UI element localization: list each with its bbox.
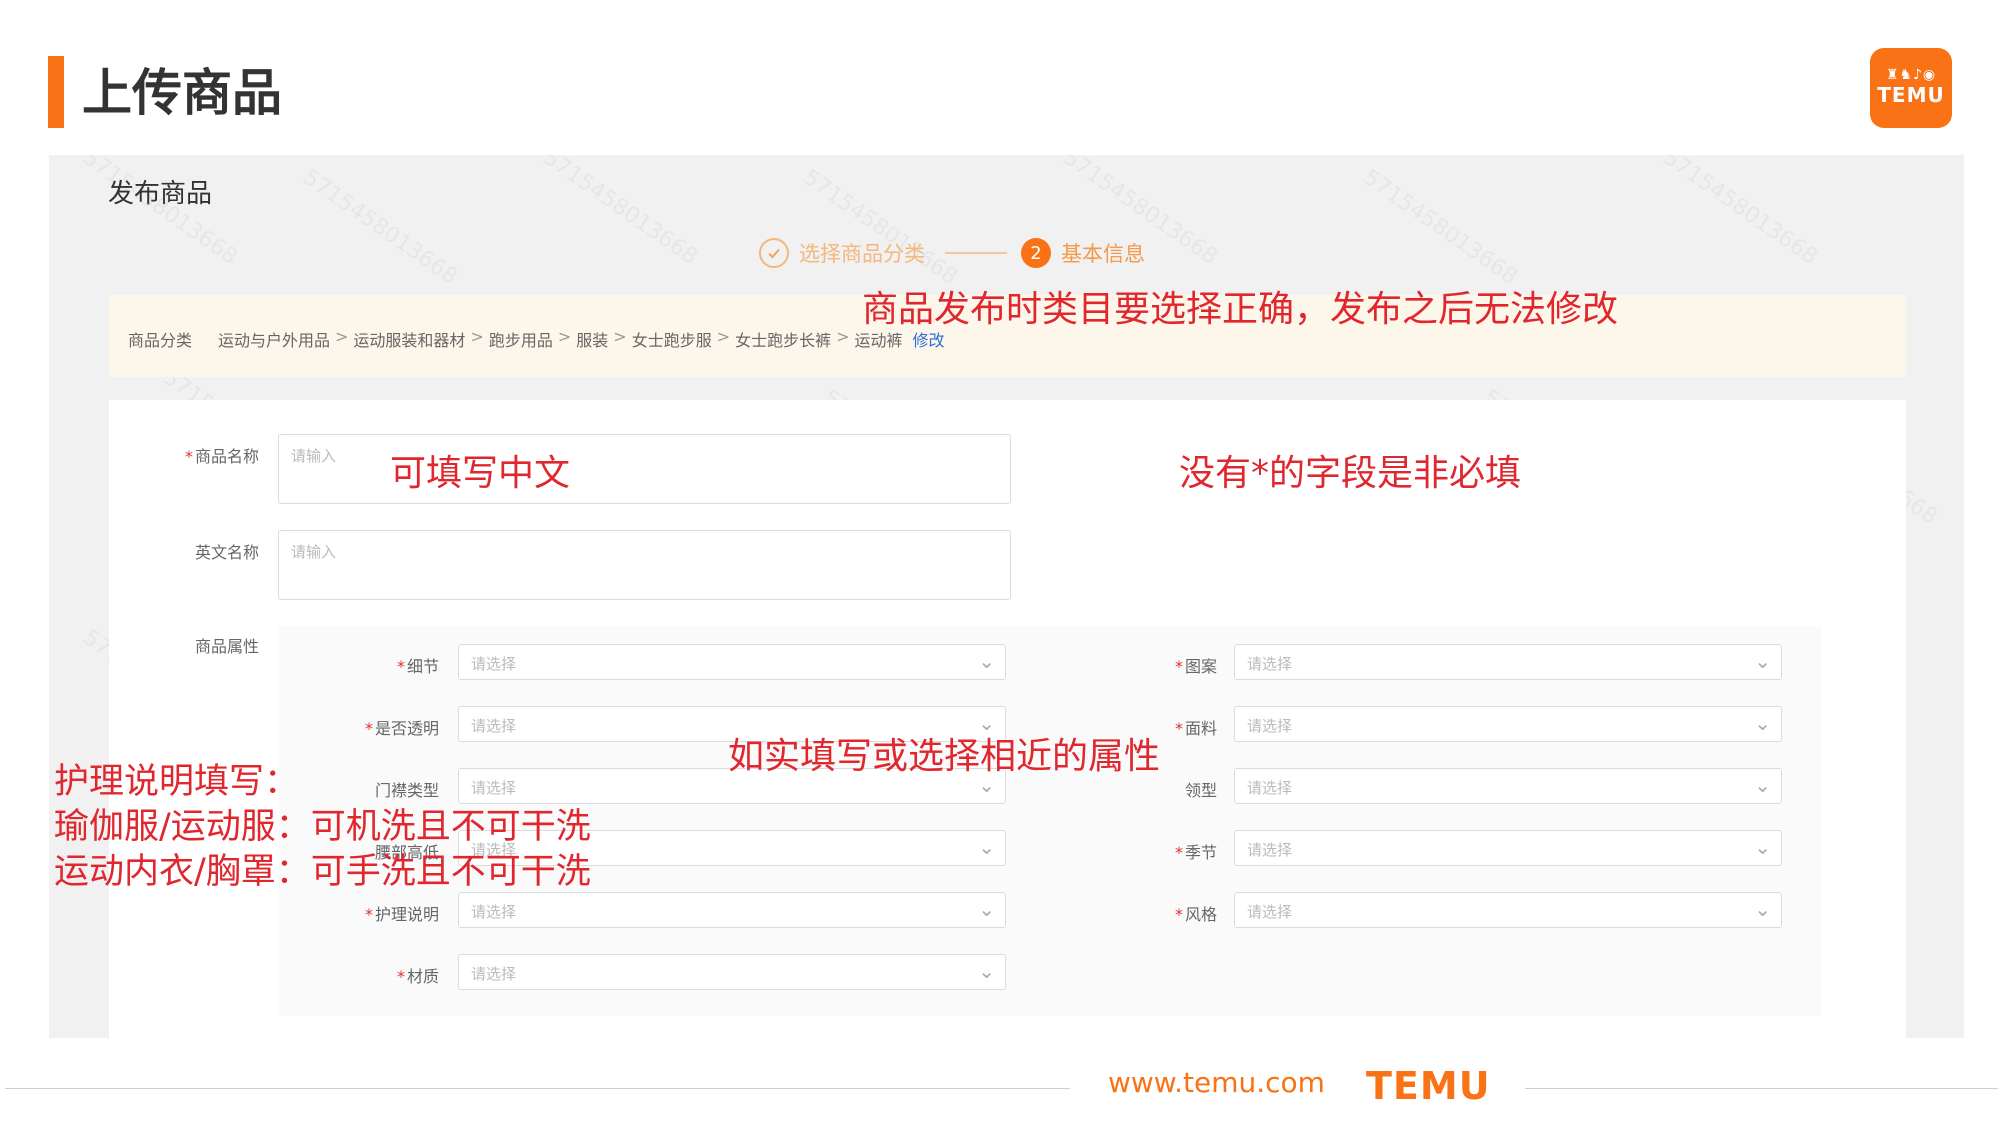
select-placeholder: 请选择 (1247, 903, 1293, 921)
footer-divider-right (1525, 1088, 1998, 1089)
breadcrumb-separator: > (836, 327, 850, 346)
breadcrumb-separator: > (335, 327, 349, 346)
title-accent-bar (48, 56, 64, 128)
step-1-label[interactable]: 选择商品分类 (799, 238, 925, 268)
select-placeholder: 请选择 (471, 965, 517, 983)
attr-select-right-0[interactable]: 请选择 ⌄ (1234, 644, 1782, 680)
breadcrumb-item: 女士跑步长裤 (735, 331, 832, 350)
chevron-down-icon: ⌄ (1754, 835, 1771, 859)
optional-fields-note: 没有*的字段是非必填 (1179, 453, 1522, 494)
watermark-text: 5715458013668 (1658, 155, 1821, 270)
page-heading: 发布商品 (108, 179, 213, 209)
watermark-text: 5715458013668 (1358, 165, 1521, 290)
attr-label-right-0: * 图案 (1174, 657, 1217, 676)
select-placeholder: 请选择 (471, 655, 517, 673)
step-1-check-icon (759, 238, 789, 268)
breadcrumb-separator: > (613, 327, 627, 346)
attr-select-right-2[interactable]: 请选择 ⌄ (1234, 768, 1782, 804)
chevron-down-icon: ⌄ (978, 649, 995, 673)
attr-select-left-4[interactable]: 请选择 ⌄ (458, 892, 1006, 928)
attr-select-right-3[interactable]: 请选择 ⌄ (1234, 830, 1782, 866)
chevron-down-icon: ⌄ (1754, 897, 1771, 921)
step-2-number: 2 (1021, 238, 1051, 268)
select-placeholder: 请选择 (1247, 779, 1293, 797)
select-placeholder: 请选择 (471, 779, 517, 797)
logo-word: TEMU (1877, 83, 1945, 107)
slide-title: 上传商品 (82, 64, 282, 122)
category-warning-note: 商品发布时类目要选择正确，发布之后无法修改 (862, 289, 1619, 330)
chevron-down-icon: ⌄ (978, 897, 995, 921)
care-note-sports-bra: 运动内衣/胸罩：可手洗且不可干洗 (54, 852, 591, 892)
attr-select-left-0[interactable]: 请选择 ⌄ (458, 644, 1006, 680)
attr-select-right-4[interactable]: 请选择 ⌄ (1234, 892, 1782, 928)
care-note-sportswear: 瑜伽服/运动服：可机洗且不可干洗 (54, 807, 591, 847)
logo-glyphs: ♜♞♪◉ (1885, 67, 1937, 83)
attr-label-left-5: * 材质 (396, 967, 439, 986)
breadcrumb-item: 女士跑步服 (631, 331, 712, 350)
watermark-text: 5715458013668 (798, 165, 961, 290)
attr-label-right-3: * 季节 (1174, 843, 1217, 862)
product-name-label: * 商品名称 (184, 447, 259, 466)
select-placeholder: 请选择 (1247, 717, 1293, 735)
care-note-title: 护理说明填写： (54, 762, 300, 802)
chevron-down-icon: ⌄ (1754, 649, 1771, 673)
footer-logo: TEMU (1366, 1064, 1491, 1108)
attr-label-left-1: * 是否透明 (364, 719, 439, 738)
select-placeholder: 请选择 (471, 903, 517, 921)
attr-label-left-4: * 护理说明 (364, 905, 439, 924)
breadcrumb-item: 服装 (576, 331, 609, 350)
attr-label-left-0: * 细节 (396, 657, 439, 676)
step-connector (945, 252, 1007, 254)
attr-select-right-1[interactable]: 请选择 ⌄ (1234, 706, 1782, 742)
select-placeholder: 请选择 (1247, 655, 1293, 673)
step-indicator: 选择商品分类 2 基本信息 (759, 235, 1157, 271)
attr-label-right-2: 领型 (1184, 781, 1217, 800)
breadcrumb-separator: > (470, 327, 484, 346)
step-2-label: 基本信息 (1061, 242, 1145, 266)
footer-url[interactable]: www.temu.com (1108, 1066, 1325, 1099)
watermark-text: 5715458013668 (538, 155, 701, 270)
attributes-note: 如实填写或选择相近的属性 (728, 736, 1161, 777)
breadcrumb-item: 运动服装和器材 (353, 331, 466, 350)
product-name-placeholder: 请输入 (291, 447, 337, 465)
attributes-label: 商品属性 (194, 637, 259, 656)
category-breadcrumb: 运动与户外用品 > 运动服装和器材 > 跑步用品 > 服装 > 女士跑步服 > 女士跑步长裤 > 运动裤… (218, 327, 945, 351)
breadcrumb-item: 运动与户外用品 (218, 331, 331, 350)
breadcrumb-item: 跑步用品 (488, 331, 553, 350)
select-placeholder: 请选择 (1247, 841, 1293, 859)
watermark-text: 5715458013668 (298, 165, 461, 290)
english-name-placeholder: 请输入 (291, 543, 337, 561)
attr-label-right-4: * 风格 (1174, 905, 1217, 924)
category-label: 商品分类 (128, 331, 193, 350)
attr-select-left-5[interactable]: 请选择 ⌄ (458, 954, 1006, 990)
chevron-down-icon: ⌄ (978, 959, 995, 983)
english-name-input[interactable]: 请输入 (278, 530, 1011, 600)
chinese-name-note: 可填写中文 (390, 453, 571, 494)
footer-divider-left (5, 1088, 1070, 1089)
chevron-down-icon: ⌄ (1754, 711, 1771, 735)
chevron-down-icon: ⌄ (978, 835, 995, 859)
breadcrumb-separator: > (557, 327, 572, 346)
breadcrumb-separator: > (716, 327, 731, 346)
chevron-down-icon: ⌄ (1754, 773, 1771, 797)
select-placeholder: 请选择 (471, 717, 517, 735)
product-name-input[interactable]: 请输入 (278, 434, 1011, 504)
temu-logo: ♜♞♪◉ TEMU (1870, 48, 1952, 128)
english-name-label: 英文名称 (194, 543, 259, 562)
